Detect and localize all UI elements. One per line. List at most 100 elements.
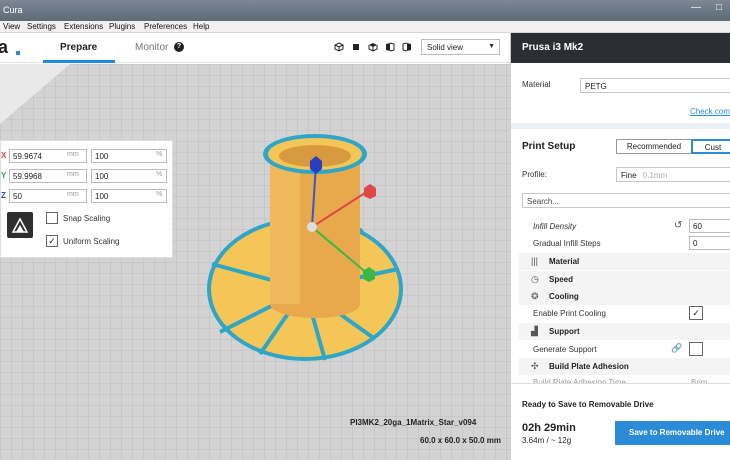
uniform-scaling-checkbox[interactable]: ✓ bbox=[46, 235, 58, 247]
infill-density-input[interactable]: 60 bbox=[689, 219, 730, 233]
unit-percent: % bbox=[156, 151, 163, 158]
scale-x-mm-value: 59.9674 bbox=[13, 152, 42, 161]
menu-plugins[interactable]: Plugins bbox=[109, 22, 135, 31]
category-adhesion-label: Build Plate Adhesion bbox=[549, 362, 629, 371]
printer-header[interactable]: Prusa i3 Mk2 bbox=[511, 33, 730, 63]
category-material-label: Material bbox=[549, 257, 580, 266]
profile-hint: 0.1mm bbox=[642, 171, 668, 180]
reset-icon[interactable]: ↺ bbox=[674, 220, 682, 231]
gradual-infill-input[interactable]: 0 bbox=[689, 236, 730, 250]
settings-search-input[interactable]: Search... bbox=[522, 193, 730, 208]
object-name: PI3MK2_20ga_1Matrix_Star_v094 bbox=[350, 418, 477, 427]
material-value: PETG bbox=[585, 82, 607, 91]
scale-y-mm-value: 59.9968 bbox=[13, 172, 42, 181]
infill-density-value: 60 bbox=[693, 222, 702, 231]
gradual-infill-value: 0 bbox=[693, 239, 698, 248]
gizmo-center bbox=[307, 222, 317, 232]
profile-value: Fine bbox=[621, 171, 637, 180]
scale-y-percent-value: 100 bbox=[95, 172, 109, 181]
profile-select[interactable]: Fine 0.1mm bbox=[616, 167, 730, 182]
view-mode-value: Solid view bbox=[427, 43, 464, 52]
cura-logo: a bbox=[0, 37, 9, 57]
category-speed[interactable]: ◷ Speed bbox=[519, 271, 730, 288]
ready-status: Ready to Save to Removable Drive bbox=[522, 400, 654, 409]
profile-label: Profile: bbox=[522, 170, 547, 179]
category-speed-label: Speed bbox=[549, 275, 574, 284]
tab-prepare[interactable]: Prepare bbox=[60, 42, 97, 53]
category-material[interactable]: ||| Material bbox=[519, 253, 730, 270]
category-cooling-label: Cooling bbox=[549, 292, 579, 301]
menu-preferences[interactable]: Preferences bbox=[144, 22, 187, 31]
view-right-icon[interactable] bbox=[402, 42, 412, 52]
material-usage: 3.64m / ~ 12g bbox=[522, 436, 572, 445]
enable-cooling-checkbox[interactable]: ✓ bbox=[689, 306, 703, 320]
unit-percent: % bbox=[156, 191, 163, 198]
settings-sidebar: Prusa i3 Mk2 Material PETG Check com Pri… bbox=[510, 33, 730, 460]
link-icon: 🔗 bbox=[671, 343, 683, 353]
category-cooling[interactable]: ❂ Cooling bbox=[519, 288, 730, 305]
scale-tool-panel: X 59.9674 mm 100 % Y 59.9968 mm 100 % Z … bbox=[0, 140, 173, 258]
unit-mm: mm bbox=[67, 171, 79, 178]
unit-mm: mm bbox=[67, 151, 79, 158]
material-label: Material bbox=[522, 80, 551, 89]
question-icon[interactable]: ? bbox=[174, 42, 184, 52]
printer-name: Prusa i3 Mk2 bbox=[522, 42, 584, 53]
generate-support-label: Generate Support bbox=[533, 345, 597, 354]
axis-z-label: Z bbox=[1, 191, 6, 200]
save-to-drive-button[interactable]: Save to Removable Drive bbox=[615, 421, 730, 445]
scale-z-mm-value: 50 bbox=[13, 192, 22, 201]
app-header: a Prepare Monitor ? Solid view ▼ bbox=[0, 33, 510, 63]
logo-dot bbox=[16, 51, 20, 55]
category-support-label: Support bbox=[549, 327, 580, 336]
adhesion-icon: ✣ bbox=[531, 361, 539, 371]
minimize-button[interactable]: — bbox=[685, 1, 707, 15]
support-icon: ▟ bbox=[531, 326, 538, 336]
menu-settings[interactable]: Settings bbox=[27, 22, 56, 31]
tab-monitor[interactable]: Monitor bbox=[135, 42, 168, 53]
scale-icon bbox=[11, 217, 29, 233]
view-top-icon[interactable] bbox=[368, 42, 378, 52]
snap-scaling-checkbox[interactable] bbox=[46, 212, 58, 224]
view-left-icon[interactable] bbox=[385, 42, 395, 52]
snap-scaling-label: Snap Scaling bbox=[63, 214, 111, 223]
view-front-icon[interactable] bbox=[351, 42, 361, 52]
axis-x-label: X bbox=[1, 151, 7, 160]
category-adhesion[interactable]: ✣ Build Plate Adhesion bbox=[519, 358, 730, 375]
check-compatibility-link[interactable]: Check com bbox=[690, 107, 730, 116]
chevron-down-icon: ▼ bbox=[488, 43, 495, 50]
axis-y-label: Y bbox=[1, 171, 7, 180]
enable-cooling-label: Enable Print Cooling bbox=[533, 309, 606, 318]
scale-z-percent-value: 100 bbox=[95, 192, 109, 201]
search-placeholder: Search... bbox=[527, 197, 560, 206]
object-dimensions: 60.0 x 60.0 x 50.0 mm bbox=[420, 436, 501, 445]
category-support[interactable]: ▟ Support bbox=[519, 323, 730, 340]
mode-custom-button[interactable]: Cust bbox=[691, 139, 730, 154]
active-tab-indicator bbox=[43, 60, 115, 63]
menu-bar: View Settings Extensions Plugins Prefere… bbox=[0, 21, 730, 33]
speed-icon: ◷ bbox=[531, 274, 539, 284]
maximize-button[interactable]: □ bbox=[708, 1, 730, 15]
mode-recommended-button[interactable]: Recommended bbox=[616, 139, 692, 154]
print-setup-title: Print Setup bbox=[522, 141, 576, 152]
view-3d-icon[interactable] bbox=[334, 42, 344, 52]
print-summary-footer: Ready to Save to Removable Drive 02h 29m… bbox=[511, 383, 730, 460]
scale-x-percent-value: 100 bbox=[95, 152, 109, 161]
material-select[interactable]: PETG bbox=[580, 78, 730, 93]
menu-extensions[interactable]: Extensions bbox=[64, 22, 103, 31]
menu-help[interactable]: Help bbox=[193, 22, 209, 31]
window-title: Cura bbox=[3, 5, 23, 15]
material-icon: ||| bbox=[531, 256, 539, 266]
unit-mm: mm bbox=[67, 191, 79, 198]
build-plate-scene[interactable] bbox=[0, 64, 510, 460]
generate-support-checkbox[interactable] bbox=[689, 342, 703, 356]
menu-view[interactable]: View bbox=[3, 22, 20, 31]
view-mode-select[interactable]: Solid view ▼ bbox=[421, 39, 500, 55]
unit-percent: % bbox=[156, 171, 163, 178]
scale-tool-button[interactable] bbox=[7, 212, 33, 238]
section-separator bbox=[511, 123, 730, 129]
window-titlebar: Cura — □ bbox=[0, 0, 730, 21]
uniform-scaling-label: Uniform Scaling bbox=[63, 237, 120, 246]
viewport-3d[interactable]: PI3MK2_20ga_1Matrix_Star_v094 60.0 x 60.… bbox=[0, 64, 510, 460]
cooling-icon: ❂ bbox=[531, 291, 539, 301]
infill-density-label: Infill Density bbox=[533, 222, 577, 231]
